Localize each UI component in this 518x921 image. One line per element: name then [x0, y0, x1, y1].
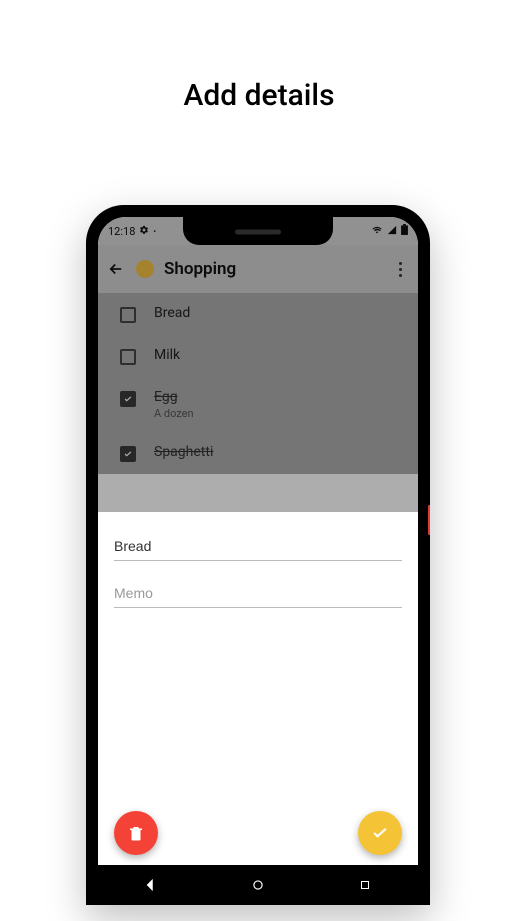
- nav-recents-button[interactable]: [356, 876, 374, 894]
- memo-input[interactable]: [114, 579, 402, 608]
- android-nav-bar: [98, 865, 418, 905]
- delete-button[interactable]: [114, 811, 158, 855]
- phone-notch: [183, 217, 333, 245]
- nav-home-button[interactable]: [249, 876, 267, 894]
- page-title: Add details: [0, 0, 518, 113]
- detail-sheet: [98, 512, 418, 905]
- confirm-button[interactable]: [358, 811, 402, 855]
- phone-frame: 12:18 •: [86, 205, 430, 905]
- nav-back-button[interactable]: [142, 876, 160, 894]
- item-name-input[interactable]: [114, 532, 402, 561]
- phone-side-accent: [428, 505, 430, 535]
- phone-screen: 12:18 •: [98, 217, 418, 905]
